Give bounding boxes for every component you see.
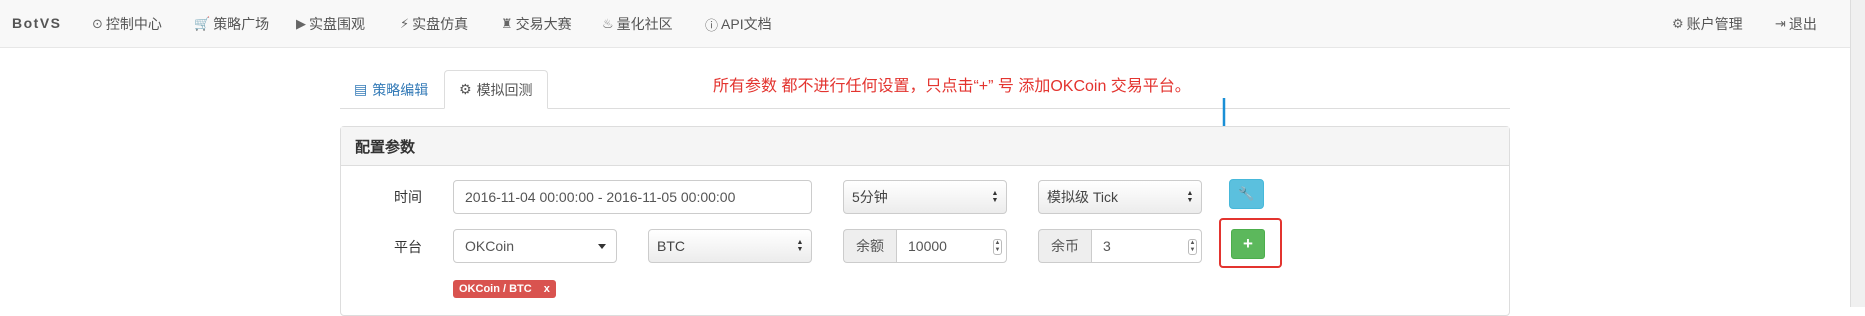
scrollbar-track[interactable] [1850,0,1865,307]
period-select[interactable]: 5分钟 ▲ ▼ [843,180,1007,214]
balance-input[interactable]: 10000 ▲ ▼ [896,229,1007,263]
fire-icon: ♨ [602,16,614,31]
nav-item-strategy-square[interactable]: 🛒 策略广场 [194,14,269,34]
symbol-select[interactable]: BTC ▲ ▼ [648,229,812,263]
file-icon: ▤ [354,81,368,97]
balance-value: 10000 [908,238,947,254]
nav-item-label: 实盘仿真 [412,16,469,32]
coins-input[interactable]: 3 ▲ ▼ [1091,229,1202,263]
select-arrows-icon: ▲ ▼ [796,239,804,253]
balance-addon: 余额 [843,229,896,263]
nav-item-label: 实盘围观 [309,16,365,32]
nav-item-label: 策略广场 [213,16,270,32]
nav-item-api-docs[interactable]: ⓘ API文档 [705,14,772,34]
cogs-icon: ⚙ [459,81,472,97]
nav-item-label: API文档 [721,16,772,32]
nav-item-logout[interactable]: ⇥ 退出 [1775,14,1817,34]
spinner-icon[interactable]: ▲ ▼ [993,239,1002,255]
add-platform-button[interactable]: + [1231,229,1265,259]
nav-item-control-center[interactable]: ⊙ 控制中心 [92,14,162,34]
coins-addon: 余币 [1038,229,1091,263]
play-circle-icon: ▶ [296,16,306,31]
cart-icon: 🛒 [194,16,211,31]
exchange-select[interactable]: OKCoin [453,229,617,263]
info-icon: ⓘ [705,17,719,33]
wrench-icon: 🔧 [1238,186,1255,201]
nav-item-account-management[interactable]: ⚙ 账户管理 [1672,14,1743,34]
nav-item-live-watch[interactable]: ▶ 实盘围观 [296,14,365,34]
nav-item-label: 控制中心 [105,16,162,32]
spinner-icon[interactable]: ▲ ▼ [1188,239,1197,255]
top-navbar: BotVS ⊙ 控制中心 🛒 策略广场 ▶ 实盘围观 ⚡ 实盘仿真 ♜ 交易大赛… [0,0,1865,48]
symbol-select-value: BTC [657,238,685,254]
tab-label: 模拟回测 [476,81,533,98]
logout-icon: ⇥ [1775,16,1786,31]
tick-mode-select[interactable]: 模拟级 Tick ▲ ▼ [1038,180,1202,214]
tab-strategy-edit[interactable]: ▤ 策略编辑 [340,70,442,109]
coins-value: 3 [1103,238,1111,254]
select-arrows-icon: ▲ ▼ [1186,190,1194,204]
platform-tag: OKCoin / BTC x [453,280,556,298]
nav-item-live-simulation[interactable]: ⚡ 实盘仿真 [400,14,468,34]
platform-label: 平台 [394,239,422,255]
exchange-select-value: OKCoin [465,238,515,254]
panel-title: 配置参数 [341,127,1509,166]
time-range-input[interactable]: 2016-11-04 00:00:00 - 2016-11-05 00:00:0… [453,180,812,214]
tower-icon: ♜ [501,16,513,31]
brand-logo[interactable]: BotVS [12,15,62,31]
nav-item-label: 退出 [1788,16,1817,32]
bolt-icon: ⚡ [400,16,410,31]
caret-down-icon [598,244,606,249]
tick-mode-value: 模拟级 Tick [1047,189,1119,205]
wrench-button[interactable]: 🔧 [1229,179,1264,209]
instruction-annotation: 所有参数 都不进行任何设置，只点击“+” 号 添加OKCoin 交易平台。 [713,78,1191,95]
nav-item-quant-community[interactable]: ♨ 量化社区 [602,14,673,34]
nav-item-label: 量化社区 [616,16,673,32]
tab-simulated-backtest[interactable]: ⚙ 模拟回测 [444,70,548,109]
gear-icon: ⚙ [1672,16,1684,31]
time-label: 时间 [394,189,422,205]
select-arrows-icon: ▲ ▼ [991,190,999,204]
platform-tag-remove[interactable]: x [544,283,550,295]
platform-tag-label: OKCoin / BTC [459,283,532,295]
nav-item-trading-contest[interactable]: ♜ 交易大赛 [501,14,572,34]
clock-icon: ⊙ [92,16,103,31]
nav-item-label: 账户管理 [1686,16,1743,32]
period-select-value: 5分钟 [852,189,888,205]
tab-label: 策略编辑 [372,81,429,98]
nav-item-label: 交易大赛 [515,16,572,32]
